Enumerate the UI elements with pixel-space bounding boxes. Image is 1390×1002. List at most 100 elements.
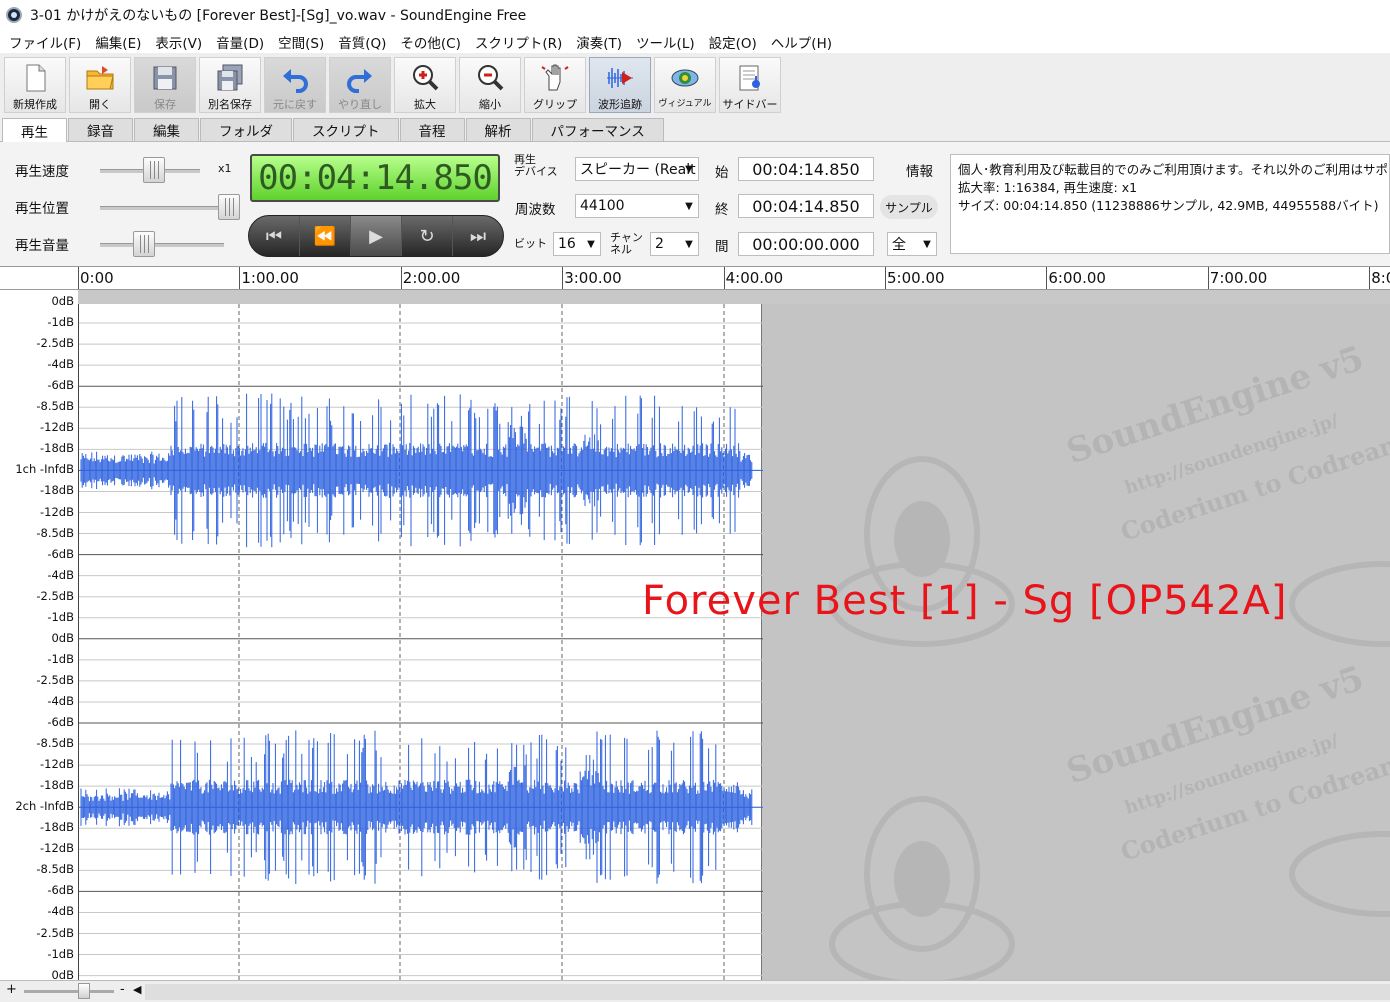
play-button[interactable]: ▶ [351,216,402,256]
frequency-select[interactable]: 44100 ▼ [575,194,699,218]
timeline-tick [1046,267,1048,289]
zoom-plus-button[interactable]: + [6,982,17,997]
sidebar-icon [739,65,760,91]
device-select[interactable]: スピーカー (Realt ▼ [575,157,699,181]
db-label: -18dB [40,820,74,835]
menu-volume[interactable]: 音量(D) [209,32,271,52]
waveform-svg [79,301,763,980]
timeline-tick [562,267,564,289]
device-select-value: スピーカー (Realt [580,162,696,178]
tab-playback[interactable]: 再生 [2,118,67,142]
save-button[interactable]: 保存 [134,57,196,113]
menu-perform[interactable]: 演奏(T) [569,32,629,52]
menu-file[interactable]: ファイル(F) [2,32,88,52]
tab-record[interactable]: 録音 [68,118,133,141]
end-time-field[interactable]: 00:04:14.850 [738,194,874,218]
window-title: 3-01 かけがえのないもの [Forever Best]-[Sg]_vo.wa… [30,8,527,24]
skip-start-icon: ⏮ [265,225,283,247]
db-label: -18dB [40,778,74,793]
rewind-icon: ⏪ [313,225,337,247]
volume-slider[interactable] [100,243,224,247]
info-line-1: 個人･教育利用及び転載目的でのみご利用頂けます。それ以外のご利用はサポ [958,162,1389,177]
waveform-plot[interactable] [78,301,763,980]
save-as-icon [217,64,243,91]
wave-follow-button[interactable]: 波形追跡 [589,57,651,113]
menu-tools[interactable]: ツール(L) [629,32,702,52]
bit-select-value: 16 [558,236,576,252]
menu-quality[interactable]: 音質(Q) [331,32,393,52]
menu-help[interactable]: ヘルプ(H) [764,32,839,52]
channel-select[interactable]: 2 ▼ [650,232,699,256]
skip-start-button[interactable]: ⏮ [249,216,300,256]
menu-edit[interactable]: 編集(E) [88,32,148,52]
zoom-minus-button[interactable]: - [120,982,125,997]
grip-button[interactable]: グリップ [524,57,586,113]
menu-view[interactable]: 表示(V) [148,32,209,52]
zoom-out-button[interactable]: 縮小 [459,57,521,113]
speed-label: 再生速度 [15,164,69,180]
menu-space[interactable]: 空間(S) [271,32,331,52]
bit-select[interactable]: 16 ▼ [553,232,601,256]
transport-controls: ⏮ ⏪ ▶ ↻ ⏭ [248,215,504,257]
timeline-tick-label: 0:00 [80,269,114,287]
zoom-in-icon [413,65,439,91]
db-label: -8.5dB [36,525,74,540]
frequency-select-value: 44100 [580,198,625,214]
timeline-tick [1369,267,1371,289]
zoom-out-icon [478,65,504,91]
visual-icon [671,69,699,87]
skip-end-button[interactable]: ⏭ [453,216,503,256]
length-field[interactable]: 00:00:00.000 [738,232,874,256]
timeline-tick-label: 2:00.00 [402,269,461,287]
device-label: 再生 デバイス [514,154,558,178]
tab-script[interactable]: スクリプト [293,118,399,141]
channel-label: チャン ネル [610,232,643,256]
zoom-in-button[interactable]: 拡大 [394,57,456,113]
speed-slider-knob[interactable] [143,157,166,183]
menu-script[interactable]: スクリプト(R) [468,32,569,52]
visual-button[interactable]: ヴィジュアル [654,57,716,113]
db-label: -4dB [47,904,74,919]
db-label: -1dB [47,315,74,330]
redo-button[interactable]: やり直し [329,57,391,113]
chevron-down-icon: ▼ [685,238,693,250]
time-display: 00:04:14.850 [250,154,500,202]
length-label: 間 [715,239,729,255]
playback-panel: 再生速度 x1 再生位置 再生音量 00:04:14.850 ⏮ ⏪ ▶ ↻ ⏭… [0,142,1390,266]
tab-folder[interactable]: フォルダ [200,118,292,141]
save-as-button[interactable]: 別名保存 [199,57,261,113]
volume-slider-knob[interactable] [132,231,155,257]
rewind-button[interactable]: ⏪ [300,216,351,256]
zoom-slider[interactable] [24,990,114,993]
scroll-left-arrow-icon[interactable]: ◀ [133,983,141,996]
app-icon[interactable] [6,7,22,23]
open-button[interactable]: 開く [69,57,131,113]
db-label: -6dB [47,883,74,898]
start-time-field[interactable]: 00:04:14.850 [738,157,874,181]
info-line-3: サイズ: 00:04:14.850 (11238886サンプル, 42.9MB,… [958,198,1379,213]
position-slider-knob[interactable] [218,194,240,220]
status-bar: + - ◀ [0,980,1390,1002]
zoom-slider-knob[interactable] [78,983,90,999]
sidebar-button[interactable]: サイドバー [719,57,781,113]
tab-analysis[interactable]: 解析 [465,118,531,141]
menu-other[interactable]: その他(C) [393,32,467,52]
redo-icon [347,69,372,93]
new-button[interactable]: 新規作成 [4,57,66,113]
waveform-area[interactable]: 0dB -1dB -2.5dB -4dB -6dB -8.5dB -12dB -18dB 1ch… [0,290,1390,980]
mascot-watermark-icon [829,456,1390,980]
horizontal-scrollbar[interactable] [145,984,1390,1000]
tab-pitch[interactable]: 音程 [399,118,465,141]
play-icon: ▶ [369,225,383,247]
timeline-ruler[interactable]: 0:00 1:00.00 2:00.00 3:00.00 4:00.00 5:00.00 6… [0,266,1390,290]
tab-edit[interactable]: 編集 [134,118,199,141]
position-slider[interactable] [100,206,234,210]
db-label: -8.5dB [36,399,74,414]
scope-select[interactable]: 全 ▼ [887,232,937,256]
tab-performance[interactable]: パフォーマンス [531,118,664,141]
undo-button[interactable]: 元に戻す [264,57,326,113]
db-label: -4dB [47,357,74,372]
unit-toggle[interactable]: サンプル [880,195,938,219]
loop-button[interactable]: ↻ [402,216,453,256]
menu-settings[interactable]: 設定(O) [702,32,764,52]
